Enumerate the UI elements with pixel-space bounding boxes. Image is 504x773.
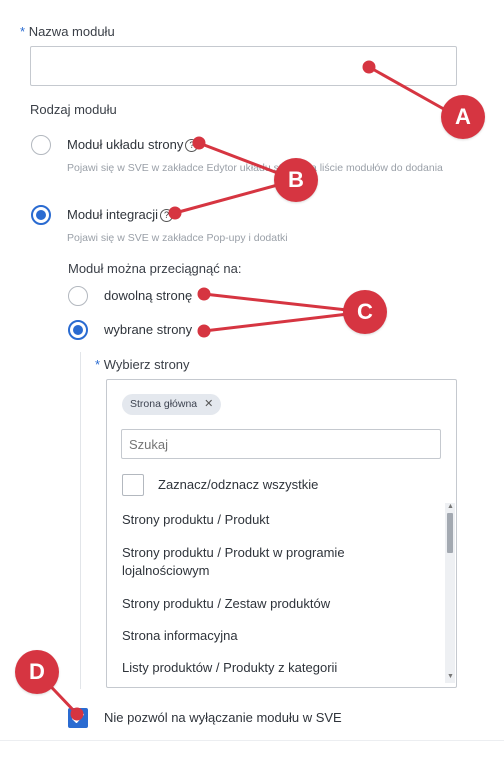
marker-a: A — [441, 95, 485, 139]
marker-d: D — [15, 650, 59, 694]
marker-b: B — [274, 158, 318, 202]
marker-c: C — [343, 290, 387, 334]
annotation-lines — [35, 60, 459, 721]
